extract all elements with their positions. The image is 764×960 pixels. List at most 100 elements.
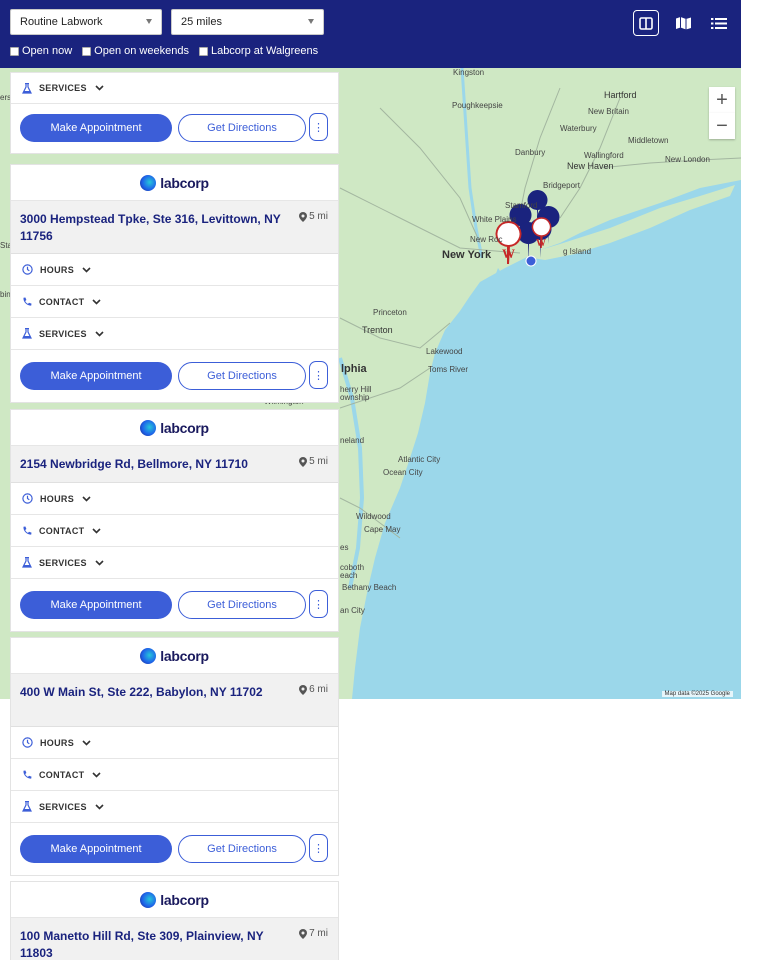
distance: 5 mi (299, 211, 328, 222)
map-pin-icon (299, 928, 308, 939)
map-label-lakewood: Lakewood (426, 347, 463, 356)
labcorp-logo-icon (140, 891, 157, 908)
filter-checkboxes: Open now Open on weekends Labcorp at Wal… (10, 45, 318, 57)
hours-label: HOURS (40, 493, 75, 504)
svg-text:W: W (502, 246, 515, 261)
open-now-checkbox[interactable] (10, 46, 19, 56)
phone-icon (23, 526, 32, 535)
walgreens-filter[interactable]: Labcorp at Walgreens (198, 45, 318, 57)
map-label-kingston: Kingston (453, 68, 485, 77)
map-label-atlantic-city: Atlantic City (398, 455, 441, 464)
open-now-filter[interactable]: Open now (10, 45, 72, 57)
chevron-down-icon (82, 266, 91, 273)
make-appointment-button[interactable]: Make Appointment (20, 114, 172, 142)
get-directions-button[interactable]: Get Directions (178, 114, 306, 142)
distance: 6 mi (299, 684, 328, 695)
walgreens-checkbox[interactable] (198, 46, 208, 56)
map-label-wildwood: Wildwood (356, 512, 391, 521)
labcorp-logo-icon (140, 647, 157, 664)
map-pin-icon (299, 211, 308, 222)
more-options-button[interactable]: ⋮ (309, 834, 328, 862)
hours-toggle[interactable]: HOURS (11, 254, 338, 286)
map-icon (675, 17, 691, 30)
more-options-button[interactable]: ⋮ (309, 113, 328, 141)
map-label-cape-may: Cape May (364, 525, 401, 534)
services-toggle[interactable]: SERVICES (11, 318, 338, 350)
contact-toggle[interactable]: CONTACT (11, 759, 338, 791)
flask-icon (22, 557, 32, 568)
labcorp-logo: labcorp (11, 165, 338, 201)
zoom-out-button[interactable]: − (709, 113, 735, 139)
zoom-in-icon: + (716, 88, 728, 111)
open-weekends-filter[interactable]: Open on weekends (82, 45, 189, 57)
map-view-button[interactable] (670, 10, 696, 36)
more-options-button[interactable]: ⋮ (309, 361, 328, 389)
map-label-long-island: g Island (563, 247, 592, 256)
contact-label: CONTACT (39, 525, 85, 536)
contact-toggle[interactable]: CONTACT (11, 286, 338, 318)
zoom-in-button[interactable]: + (709, 87, 735, 113)
open-weekends-checkbox[interactable] (82, 46, 92, 56)
card-actions: Make Appointment Get Directions ⋮ (11, 823, 338, 875)
card-actions: Make Appointment Get Directions ⋮ (11, 579, 338, 631)
services-toggle[interactable]: SERVICES (11, 72, 338, 104)
map-label-ocean-city-md: an City (340, 606, 365, 615)
location-card: SERVICES Make Appointment Get Directions… (10, 72, 339, 154)
get-directions-button[interactable]: Get Directions (178, 591, 306, 619)
page: Routine Labwork 25 miles Open now Open o… (0, 0, 764, 960)
get-directions-button[interactable]: Get Directions (178, 835, 306, 863)
services-toggle[interactable]: SERVICES (11, 791, 338, 823)
map-label-waterbury: Waterbury (560, 124, 597, 133)
chevron-down-icon (82, 739, 91, 746)
map-label-vineland: neland (340, 436, 365, 445)
location-address[interactable]: 3000 Hempstead Tpke, Ste 316, Levittown,… (20, 211, 298, 245)
map-label-poughkeepsie: Poughkeepsie (452, 101, 503, 110)
chevron-down-icon (95, 330, 104, 337)
list-icon (711, 17, 727, 29)
map-attribution: Map data ©2025 Google (661, 691, 733, 697)
location-card: labcorp 400 W Main St, Ste 222, Babylon,… (10, 637, 339, 876)
location-card: labcorp 2154 Newbridge Rd, Bellmore, NY … (10, 409, 339, 632)
hours-toggle[interactable]: HOURS (11, 727, 338, 759)
chevron-down-icon (146, 19, 152, 24)
contact-toggle[interactable]: CONTACT (11, 515, 338, 547)
labcorp-logo-text: labcorp (160, 174, 209, 191)
svg-text:W: W (536, 238, 546, 249)
services-toggle[interactable]: SERVICES (11, 547, 338, 579)
map-label-new-york: New York (442, 249, 492, 261)
hours-toggle[interactable]: HOURS (11, 483, 338, 515)
make-appointment-button[interactable]: Make Appointment (20, 591, 172, 619)
map-label-new-london: New London (665, 155, 710, 164)
hours-label: HOURS (40, 264, 75, 275)
get-directions-button[interactable]: Get Directions (178, 362, 306, 390)
chevron-down-icon (308, 19, 314, 24)
make-appointment-button[interactable]: Make Appointment (20, 835, 172, 863)
address-row: 3000 Hempstead Tpke, Ste 316, Levittown,… (11, 201, 338, 254)
chevron-down-icon (82, 495, 91, 502)
labcorp-logo-text: labcorp (160, 647, 209, 664)
address-row: 2154 Newbridge Rd, Bellmore, NY 11710 5 … (11, 446, 338, 483)
make-appointment-button[interactable]: Make Appointment (20, 362, 172, 390)
card-actions: Make Appointment Get Directions ⋮ (11, 350, 338, 402)
more-options-button[interactable]: ⋮ (309, 590, 328, 618)
split-view-button[interactable] (633, 10, 659, 36)
location-address[interactable]: 100 Manetto Hill Rd, Ste 309, Plainview,… (20, 928, 298, 960)
location-address[interactable]: 2154 Newbridge Rd, Bellmore, NY 11710 (20, 456, 298, 473)
radius-value: 25 miles (181, 16, 222, 28)
hours-label: HOURS (40, 737, 75, 748)
radius-select[interactable]: 25 miles (171, 9, 324, 35)
map-label-white-plains: White Plains (472, 215, 517, 224)
list-view-button[interactable] (706, 10, 732, 36)
contact-label: CONTACT (39, 296, 85, 307)
labcorp-logo-text: labcorp (160, 891, 209, 908)
labcorp-logo: labcorp (11, 882, 338, 918)
zoom-out-icon: − (716, 114, 728, 137)
location-address[interactable]: 400 W Main St, Ste 222, Babylon, NY 1170… (20, 684, 298, 701)
address-row: 100 Manetto Hill Rd, Ste 309, Plainview,… (11, 918, 338, 960)
test-type-select[interactable]: Routine Labwork (10, 9, 162, 35)
flask-icon (22, 328, 32, 339)
services-label: SERVICES (39, 328, 87, 339)
services-label: SERVICES (39, 801, 87, 812)
map-label-trenton: Trenton (362, 325, 393, 335)
map-label-danbury: Danbury (515, 148, 546, 157)
